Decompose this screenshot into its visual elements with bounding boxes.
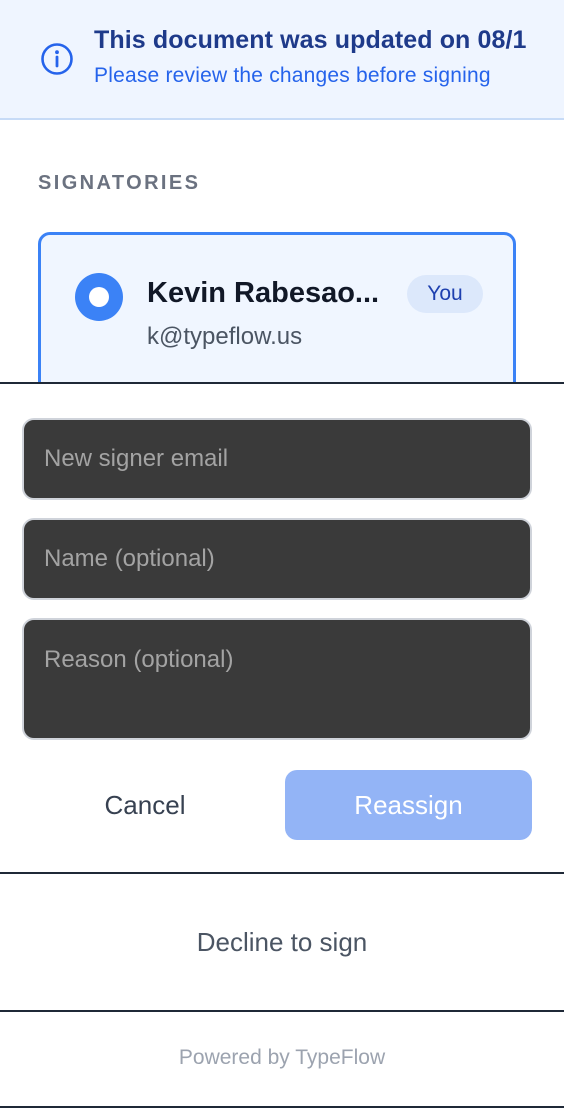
reason-textarea[interactable]	[22, 618, 532, 740]
signer-name-input[interactable]	[22, 518, 532, 600]
cancel-button[interactable]: Cancel	[40, 770, 250, 840]
signer-email: k@typeflow.us	[147, 323, 303, 350]
new-signer-email-input[interactable]	[22, 418, 532, 500]
bottom-divider	[0, 1106, 564, 1108]
you-badge: You	[407, 275, 483, 313]
signer-radio-selected[interactable]	[75, 273, 123, 321]
reassign-panel: Cancel Reassign	[0, 382, 564, 874]
signatories-heading: SIGNATORIES	[38, 172, 201, 194]
notice-subtitle: Please review the changes before signing	[94, 64, 491, 87]
powered-by-text: Powered by TypeFlow	[178, 1046, 386, 1069]
decline-to-sign-button[interactable]: Decline to sign	[0, 906, 564, 978]
notice-title: This document was updated on 08/1	[94, 26, 527, 54]
signer-name: Kevin Rabesao...	[147, 277, 380, 309]
footer-divider	[0, 1010, 564, 1012]
info-icon	[41, 43, 73, 75]
reassign-button[interactable]: Reassign	[285, 770, 532, 840]
signer-card[interactable]: Kevin Rabesao... You k@typeflow.us	[38, 232, 516, 402]
update-notice-banner: This document was updated on 08/1 Please…	[0, 0, 564, 120]
signing-page: This document was updated on 08/1 Please…	[0, 0, 564, 1112]
